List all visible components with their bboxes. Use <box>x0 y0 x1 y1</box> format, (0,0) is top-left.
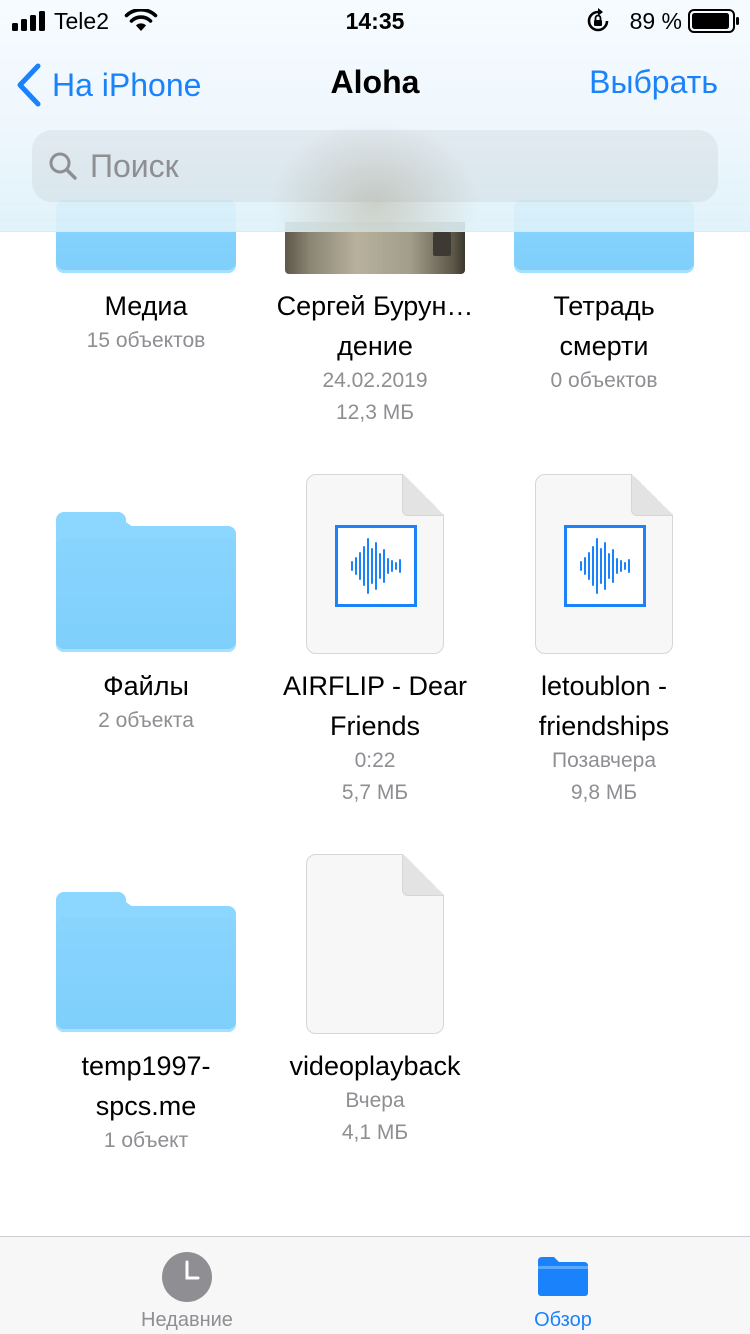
audio-file-icon <box>535 474 673 654</box>
folder-icon <box>56 918 236 1032</box>
folder-icon <box>56 538 236 652</box>
battery-percentage: 89 % <box>629 8 682 34</box>
folder-icon <box>538 1257 588 1296</box>
orientation-lock-icon <box>587 8 609 32</box>
item-duration: 0:22 <box>354 749 396 772</box>
item-meta: 0 объектов <box>550 369 658 392</box>
item-name: temp1997-spcs.me <box>81 1051 211 1121</box>
status-bar: Tele2 14:35 89 % <box>0 0 750 40</box>
waveform-icon <box>564 525 646 607</box>
item-size: 12,3 МБ <box>336 401 414 424</box>
page-fold <box>402 854 444 896</box>
item-size: 4,1 МБ <box>341 1121 409 1144</box>
search-bar[interactable] <box>32 130 718 202</box>
clock-icon <box>162 1252 212 1302</box>
select-button[interactable]: Выбрать <box>589 64 718 101</box>
search-icon <box>49 152 77 180</box>
tab-browse[interactable]: Обзор <box>443 1237 683 1334</box>
tab-browse-label: Обзор <box>534 1309 592 1331</box>
item-meta: 15 объектов <box>86 329 206 352</box>
item-meta: 2 объекта <box>98 709 194 732</box>
item-name: Сергей Бурун…дение <box>276 291 474 361</box>
item-date: Вчера <box>345 1089 405 1112</box>
battery-icon <box>688 9 739 33</box>
page-fold <box>631 474 673 516</box>
item-name: videoplayback <box>289 1051 461 1081</box>
waveform-icon <box>335 525 417 607</box>
navigation-header: Tele2 14:35 89 % На iPhone Aloha Выбрать… <box>0 0 750 232</box>
document-icon <box>306 854 444 1034</box>
item-date: 24.02.2019 <box>322 369 428 392</box>
item-meta: 1 объект <box>103 1129 189 1152</box>
item-name: letoublon - friendships <box>538 671 670 741</box>
item-name: Медиа <box>104 291 188 321</box>
audio-file-icon <box>306 474 444 654</box>
tab-recents-label: Недавние <box>141 1309 233 1331</box>
item-name: Тетрадь смерти <box>553 291 655 361</box>
tab-bar: Недавние Обзор <box>0 1236 750 1334</box>
item-name: AIRFLIP - Dear Friends <box>282 671 468 741</box>
item-name: Файлы <box>103 671 189 701</box>
tab-recents[interactable]: Недавние <box>67 1237 307 1334</box>
page-fold <box>402 474 444 516</box>
item-size: 9,8 МБ <box>570 781 638 804</box>
files-app-screen: Медиа 15 объектов Сергей Бурун…дение 24.… <box>0 0 750 1334</box>
search-input[interactable] <box>90 147 670 185</box>
item-date: Позавчера <box>551 749 657 772</box>
item-size: 5,7 МБ <box>341 781 409 804</box>
